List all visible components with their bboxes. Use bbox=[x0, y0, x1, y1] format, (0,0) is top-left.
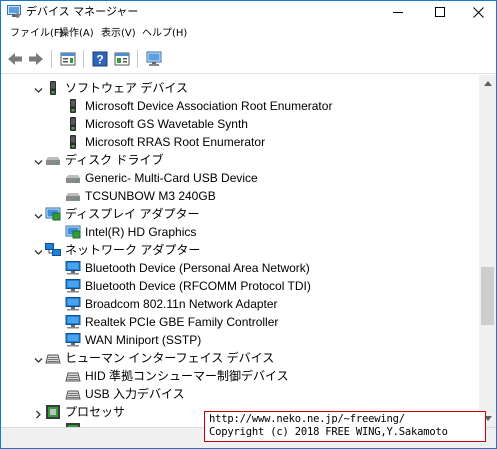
watermark-copyright: Copyright (c) 2018 FREE WING,Y.Sakamoto bbox=[209, 426, 448, 438]
device-label: USB 入力デバイス bbox=[85, 387, 185, 401]
hid-keyboard-icon bbox=[65, 368, 81, 384]
device-label: TCSUNBOW M3 240GB bbox=[85, 189, 216, 203]
software-device-icon bbox=[65, 98, 81, 114]
network-adapter-icon bbox=[65, 278, 81, 294]
forward-arrow-icon[interactable] bbox=[27, 50, 45, 68]
toolbar: ? bbox=[1, 44, 496, 74]
network-adapter-icon bbox=[65, 332, 81, 348]
tree-category-display-adapters[interactable]: ディスプレイ アダプター bbox=[1, 205, 479, 223]
tree-device-row[interactable]: Microsoft RRAS Root Enumerator bbox=[1, 133, 479, 151]
disk-drive-icon bbox=[45, 152, 61, 168]
display-adapter-icon bbox=[65, 224, 81, 240]
tree-device-row[interactable]: Generic- Multi-Card USB Device bbox=[1, 169, 479, 187]
device-label: Generic- Multi-Card USB Device bbox=[85, 171, 258, 185]
hid-keyboard-icon bbox=[65, 386, 81, 402]
window-title: デバイス マネージャー bbox=[26, 5, 139, 18]
back-arrow-icon[interactable] bbox=[6, 50, 24, 68]
tree-category-label: ネットワーク アダプター bbox=[65, 243, 201, 257]
menu-action[interactable]: 操作(A) bbox=[59, 27, 94, 40]
device-label: Intel(R) HD Graphics bbox=[85, 225, 197, 239]
title-bar[interactable]: デバイス マネージャー bbox=[1, 1, 496, 23]
device-label: Microsoft Device Association Root Enumer… bbox=[85, 99, 333, 113]
processor-icon bbox=[45, 404, 61, 420]
toolbar-separator bbox=[51, 50, 52, 68]
tree-device-row[interactable]: Bluetooth Device (RFCOMM Protocol TDI) bbox=[1, 277, 479, 295]
software-device-icon bbox=[45, 80, 61, 96]
menu-help[interactable]: ヘルプ(H) bbox=[142, 27, 187, 40]
scrollbar-thumb[interactable] bbox=[481, 267, 494, 325]
tree-category-label: プロセッサ bbox=[65, 405, 126, 419]
tree-device-row[interactable]: Microsoft Device Association Root Enumer… bbox=[1, 97, 479, 115]
device-label: HID 準拠コンシューマー制御デバイス bbox=[85, 369, 289, 383]
maximize-button[interactable] bbox=[422, 1, 458, 23]
tree-device-row[interactable]: TCSUNBOW M3 240GB bbox=[1, 187, 479, 205]
device-label: Microsoft RRAS Root Enumerator bbox=[85, 135, 266, 149]
menu-view[interactable]: 表示(V) bbox=[101, 27, 136, 40]
software-device-icon bbox=[65, 134, 81, 150]
scroll-up-arrow-icon[interactable] bbox=[479, 75, 496, 92]
properties-icon[interactable] bbox=[59, 50, 77, 68]
device-label: WAN Miniport (SSTP) bbox=[85, 333, 202, 347]
device-label: Bluetooth Device (RFCOMM Protocol TDI) bbox=[85, 279, 311, 293]
network-adapter-icon bbox=[65, 314, 81, 330]
tree-device-row[interactable]: Microsoft GS Wavetable Synth bbox=[1, 115, 479, 133]
tree-device-row[interactable]: Bluetooth Device (Personal Area Network) bbox=[1, 259, 479, 277]
chevron-down-icon[interactable] bbox=[34, 84, 43, 93]
display-adapter-icon bbox=[45, 206, 61, 222]
disk-drive-icon bbox=[65, 188, 81, 204]
svg-text:?: ? bbox=[96, 53, 103, 67]
tree-category-software-devices[interactable]: ソフトウェア デバイス bbox=[1, 79, 479, 97]
disk-drive-icon bbox=[65, 170, 81, 186]
tree-category-label: ヒューマン インターフェイス デバイス bbox=[65, 351, 275, 365]
watermark-url: http://www.neko.ne.jp/~freewing/ bbox=[209, 413, 405, 425]
tree-device-row[interactable]: Intel(R) HD Graphics bbox=[1, 223, 479, 241]
hid-keyboard-icon bbox=[45, 350, 61, 366]
tree-category-hid[interactable]: ヒューマン インターフェイス デバイス bbox=[1, 349, 479, 367]
tree-device-row[interactable]: WAN Miniport (SSTP) bbox=[1, 331, 479, 349]
toolbar-separator bbox=[83, 50, 84, 68]
chevron-right-icon[interactable] bbox=[34, 408, 43, 419]
menu-file[interactable]: ファイル(F) bbox=[10, 27, 64, 40]
tree-device-row[interactable]: Realtek PCIe GBE Family Controller bbox=[1, 313, 479, 331]
tree-device-row[interactable]: Broadcom 802.11n Network Adapter bbox=[1, 295, 479, 313]
network-adapter-icon bbox=[65, 260, 81, 276]
tree-category-label: ソフトウェア デバイス bbox=[65, 81, 188, 95]
device-label: Microsoft GS Wavetable Synth bbox=[85, 117, 248, 131]
chevron-down-icon[interactable] bbox=[34, 156, 43, 165]
copyright-watermark: http://www.neko.ne.jp/~freewing/ Copyrig… bbox=[204, 411, 486, 442]
tree-category-network-adapters[interactable]: ネットワーク アダプター bbox=[1, 241, 479, 259]
scan-hardware-icon[interactable] bbox=[145, 50, 163, 68]
tree-category-label: ディスク ドライブ bbox=[65, 153, 164, 167]
device-list-icon[interactable] bbox=[113, 50, 131, 68]
device-manager-window: デバイス マネージャー ファイル(F) 操作(A) 表示(V) ヘルプ(H) ?… bbox=[0, 0, 497, 449]
menu-bar: ファイル(F) 操作(A) 表示(V) ヘルプ(H) bbox=[1, 23, 496, 44]
network-adapter-icon bbox=[65, 296, 81, 312]
minimize-button[interactable] bbox=[380, 1, 416, 23]
software-device-icon bbox=[65, 116, 81, 132]
chevron-down-icon[interactable] bbox=[34, 210, 43, 219]
vertical-scrollbar[interactable] bbox=[479, 75, 496, 427]
chevron-down-icon[interactable] bbox=[34, 246, 43, 255]
tree-device-row[interactable]: USB 入力デバイス bbox=[1, 385, 479, 403]
device-manager-app-icon bbox=[7, 5, 21, 18]
device-tree[interactable]: ソフトウェア デバイス Microsoft Device Association… bbox=[1, 75, 479, 427]
toolbar-separator bbox=[137, 50, 138, 68]
close-button[interactable] bbox=[460, 1, 496, 23]
network-adapter-icon bbox=[45, 242, 61, 258]
device-label: Realtek PCIe GBE Family Controller bbox=[85, 315, 279, 329]
device-label: Broadcom 802.11n Network Adapter bbox=[85, 297, 278, 311]
help-icon[interactable]: ? bbox=[91, 50, 109, 68]
tree-category-label: ディスプレイ アダプター bbox=[65, 207, 200, 221]
device-label: Bluetooth Device (Personal Area Network) bbox=[85, 261, 310, 275]
tree-device-row[interactable]: HID 準拠コンシューマー制御デバイス bbox=[1, 367, 479, 385]
chevron-down-icon[interactable] bbox=[34, 354, 43, 363]
tree-category-disk-drives[interactable]: ディスク ドライブ bbox=[1, 151, 479, 169]
